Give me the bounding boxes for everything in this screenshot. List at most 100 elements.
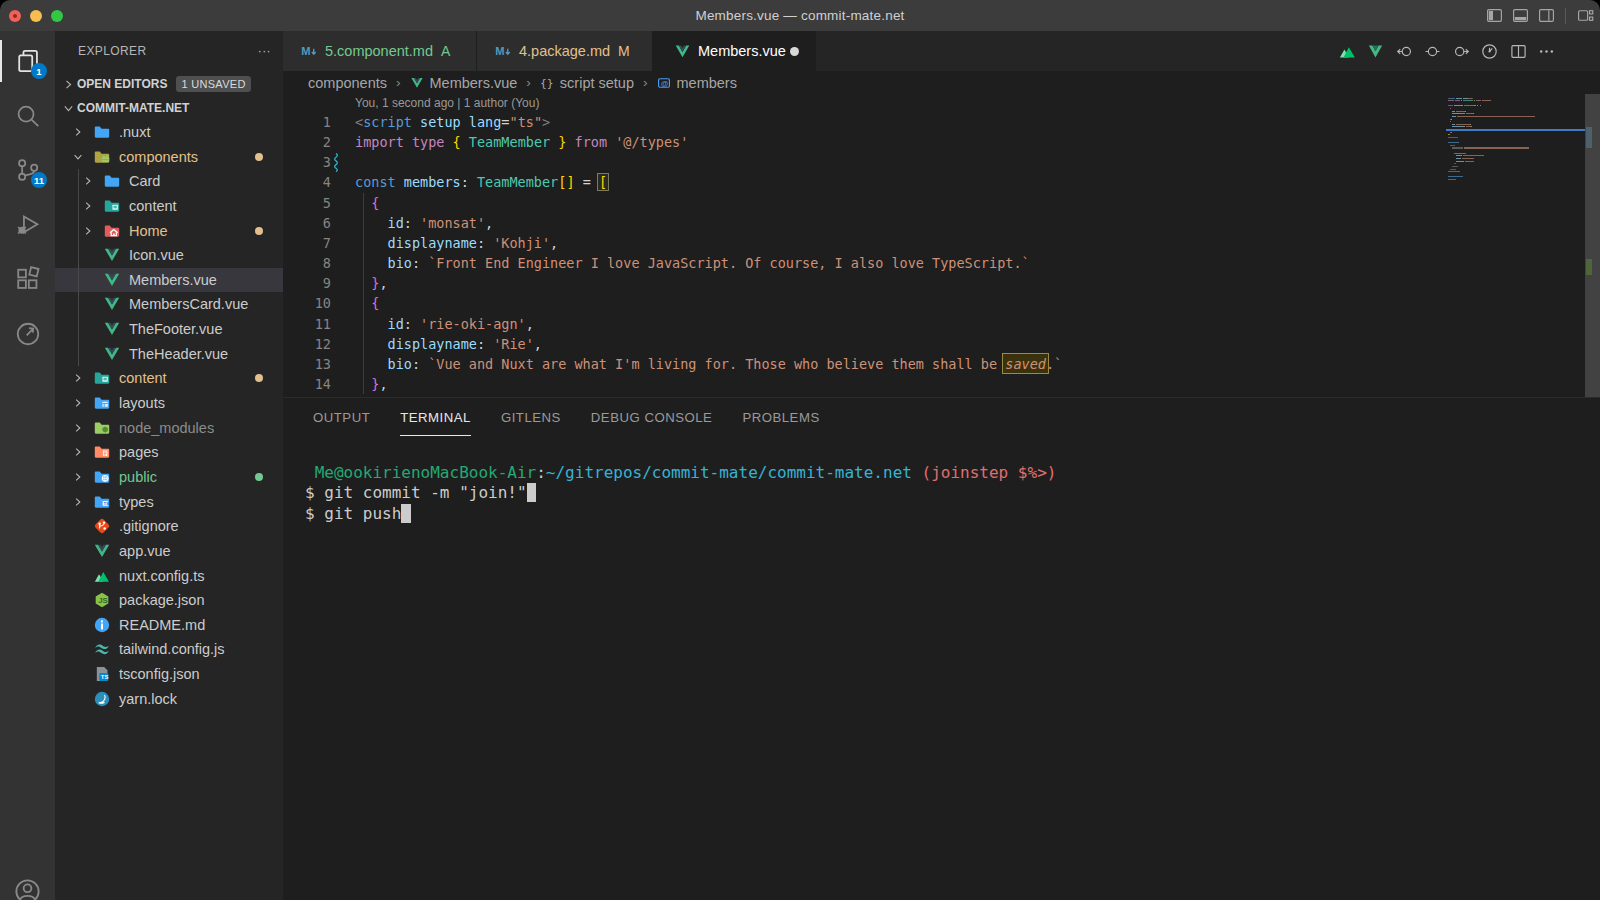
tree-item-label: app.vue <box>119 543 171 559</box>
breadcrumb-Members.vue[interactable]: Members.vue <box>410 75 518 91</box>
terminal[interactable]: Me@ookirienoMacBook-Air:~/gitrepos/commi… <box>283 436 1600 900</box>
tree-item-home[interactable]: Home <box>55 218 283 243</box>
dirty-indicator[interactable] <box>790 47 799 56</box>
panel-tab-output[interactable]: OUTPUT <box>313 398 370 436</box>
tree-item-theheader.vue[interactable]: TheHeader.vue <box>55 341 283 366</box>
gitlens-codelens[interactable]: You, 1 second ago | 1 author (You) <box>355 95 539 111</box>
panel-tabs: OUTPUT TERMINAL GITLENS DEBUG CONSOLE PROBLE… <box>313 398 820 436</box>
line-number: 10 <box>283 293 331 313</box>
markdown-icon: M <box>301 43 318 60</box>
activity-bar: 111 <box>0 31 55 900</box>
tab-4-package-md[interactable]: M4.package.mdM <box>477 31 653 71</box>
minimap[interactable] <box>1446 98 1588 378</box>
tree-item-label: components <box>119 149 198 165</box>
breadcrumb-separator: › <box>396 75 401 90</box>
vue-icon <box>674 43 691 60</box>
customize-layout-button[interactable] <box>1575 6 1595 26</box>
breadcrumb-label: members <box>677 75 737 91</box>
titlebar: Members.vue — commit-mate.net <box>0 0 1600 31</box>
code-line-5: 5 { <box>283 193 1428 213</box>
account-icon <box>14 878 41 900</box>
breadcrumb-members[interactable]: @ members <box>657 75 737 91</box>
tree-item-node-modules[interactable]: node_modules <box>55 415 283 440</box>
open-editors-section[interactable]: OPEN EDITORS 1 UNSAVED <box>55 72 283 96</box>
tree-item-pages[interactable]: pages <box>55 440 283 465</box>
breadcrumb-script-setup[interactable]: {}script setup <box>540 75 634 91</box>
tree-item-.gitignore[interactable]: .gitignore <box>55 514 283 539</box>
tree-item-readme.md[interactable]: README.md <box>55 613 283 638</box>
activity-explorer[interactable]: 1 <box>0 34 55 88</box>
volar-button[interactable] <box>1365 41 1386 62</box>
next-change-button[interactable] <box>1451 41 1472 62</box>
nuxt-button[interactable] <box>1337 41 1358 62</box>
sidebar-title-label: EXPLORER <box>78 44 147 58</box>
root-folder-section[interactable]: COMMIT-MATE.NET <box>55 96 283 120</box>
tab-5-component-md[interactable]: M5.component.mdA <box>283 31 477 71</box>
tab-members-vue[interactable]: Members.vue <box>653 31 816 71</box>
tree-item-types[interactable]: TStypes <box>55 489 283 514</box>
tree-item-content[interactable]: content <box>55 194 283 219</box>
tree-item-thefooter.vue[interactable]: TheFooter.vue <box>55 317 283 342</box>
tree-item-label: content <box>129 198 177 214</box>
svg-text:@: @ <box>660 78 668 87</box>
open-change-button[interactable] <box>1422 41 1443 62</box>
tree-item-label: types <box>119 494 154 510</box>
tree-item-nuxt.config.ts[interactable]: nuxt.config.ts <box>55 563 283 588</box>
extensions-icon <box>15 266 41 292</box>
tree-item-.nuxt[interactable]: .nuxt <box>55 120 283 145</box>
vue-icon <box>103 345 121 363</box>
tree-item-label: tailwind.config.js <box>119 641 225 657</box>
tree-item-card[interactable]: Card <box>55 169 283 194</box>
tree-item-icon.vue[interactable]: Icon.vue <box>55 243 283 268</box>
activity-extensions[interactable] <box>0 252 55 306</box>
svg-text:JS: JS <box>98 596 108 605</box>
activity-account[interactable] <box>0 864 55 900</box>
split-editor-button[interactable] <box>1508 41 1529 62</box>
tree-item-memberscard.vue[interactable]: MembersCard.vue <box>55 292 283 317</box>
activity-source-control[interactable]: 11 <box>0 143 55 197</box>
folder-components-icon <box>93 148 111 166</box>
svg-text:M: M <box>301 45 310 57</box>
toggle-secondary-sidebar-button[interactable] <box>1536 6 1556 26</box>
activity-search[interactable] <box>0 89 55 143</box>
code-line-8: 8 bio: `Front End Engineer I love JavaSc… <box>283 253 1428 273</box>
tree-item-package.json[interactable]: JSpackage.json <box>55 588 283 613</box>
minimap-current-line <box>1446 129 1588 131</box>
toggle-sidebar-button[interactable] <box>1484 6 1504 26</box>
explorer-badge: 1 <box>31 63 47 79</box>
tree-item-label: content <box>119 370 167 386</box>
tree-item-app.vue[interactable]: app.vue <box>55 539 283 564</box>
explorer-more-actions-icon[interactable]: ··· <box>258 44 271 58</box>
tree-item-yarn.lock[interactable]: yarn.lock <box>55 686 283 711</box>
toggle-secondary-sidebar-icon <box>1538 7 1555 24</box>
activity-gitlens[interactable] <box>0 307 55 361</box>
vue-icon <box>103 320 121 338</box>
tree-item-content[interactable]: content <box>55 366 283 391</box>
code-editor[interactable]: You, 1 second ago | 1 author (You) 1<scr… <box>283 94 1600 397</box>
tree-item-tsconfig.json[interactable]: TStsconfig.json <box>55 662 283 687</box>
activity-run-debug[interactable] <box>0 198 55 252</box>
debug-icon <box>15 212 41 238</box>
tree-item-members.vue[interactable]: Members.vue <box>55 268 283 293</box>
panel-tab-gitlens[interactable]: GITLENS <box>501 398 561 436</box>
sidebar: EXPLORER ··· OPEN EDITORS 1 UNSAVED COMM… <box>55 31 283 900</box>
file-history-button[interactable] <box>1479 41 1500 62</box>
line-number: 5 <box>283 193 331 213</box>
tree-item-label: Icon.vue <box>129 247 184 263</box>
panel-tab-terminal[interactable]: TERMINAL <box>400 398 471 436</box>
tree-item-components[interactable]: components <box>55 144 283 169</box>
prev-change-button[interactable] <box>1394 41 1415 62</box>
panel-tab-debug-console[interactable]: DEBUG CONSOLE <box>591 398 713 436</box>
more-actions-button[interactable] <box>1536 41 1557 62</box>
tree-item-layouts[interactable]: layouts <box>55 391 283 416</box>
next-change-icon <box>1453 43 1470 60</box>
tab-git-badge: M <box>618 43 630 59</box>
breadcrumb-components[interactable]: components <box>308 75 387 91</box>
chev-right-icon <box>62 78 75 91</box>
tree-item-public[interactable]: public <box>55 465 283 490</box>
vue-icon <box>103 246 121 264</box>
tree-item-tailwind.config.js[interactable]: tailwind.config.js <box>55 637 283 662</box>
panel-tab-problems[interactable]: PROBLEMS <box>742 398 819 436</box>
chev-down-icon <box>72 151 84 163</box>
toggle-panel-button[interactable] <box>1510 6 1530 26</box>
